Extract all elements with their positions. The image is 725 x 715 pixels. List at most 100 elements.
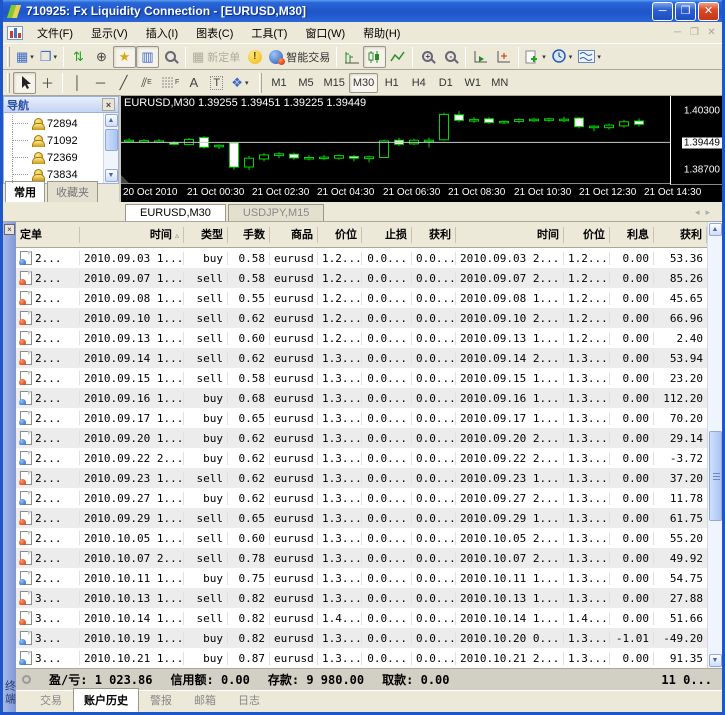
auto-scroll-button[interactable] [469,46,492,68]
timeframe-button[interactable]: W1 [459,73,486,93]
mdi-close-button[interactable]: ✕ [703,27,720,38]
table-row[interactable]: 2... 2010.09.07 1... sell 0.58 eurusd 1.… [16,268,707,288]
timeframe-button[interactable]: M5 [292,73,319,93]
table-row[interactable]: 3... 2010.10.14 1... sell 0.82 eurusd 1.… [16,608,707,628]
account-tree-item[interactable]: 71092 [4,132,103,149]
table-row[interactable]: 2... 2010.09.20 1... buy 0.62 eurusd 1.3… [16,428,707,448]
scroll-down-icon[interactable]: ▼ [104,169,118,182]
table-row[interactable]: 2... 2010.09.15 1... sell 0.58 eurusd 1.… [16,368,707,388]
table-row[interactable]: 2... 2010.09.14 1... sell 0.62 eurusd 1.… [16,348,707,368]
chart-tab[interactable]: EURUSD,M30 [125,204,226,221]
menu-item[interactable]: 帮助(H) [354,22,409,44]
terminal-tab[interactable]: 账户历史 [73,688,139,712]
col-close-price[interactable]: 价位 [564,226,610,243]
navigator-button[interactable]: ★ [112,45,136,68]
market-watch-button[interactable]: ⇅ [67,46,90,68]
mdi-restore-button[interactable]: ❐ [686,27,703,38]
col-open-price[interactable]: 价位 [318,226,362,243]
table-row[interactable]: 2... 2010.09.27 1... buy 0.62 eurusd 1.3… [16,488,707,508]
new-order-button[interactable]: ▦ 新定单 [189,46,243,68]
menu-item[interactable]: 窗口(W) [296,22,354,44]
timeframe-button[interactable]: H1 [378,73,405,93]
table-row[interactable]: 2... 2010.09.03 1... buy 0.58 eurusd 1.2… [16,248,707,268]
table-row[interactable]: 2... 2010.09.22 2... buy 0.62 eurusd 1.3… [16,448,707,468]
close-button[interactable]: ✕ [698,1,719,21]
menu-item[interactable]: 显示(V) [82,22,137,44]
menu-item[interactable]: 工具(T) [242,22,296,44]
table-row[interactable]: 2... 2010.10.05 1... sell 0.60 eurusd 1.… [16,528,707,548]
data-window-button[interactable]: ⊕ [90,46,113,68]
strategy-tester-button[interactable] [159,46,182,68]
terminal-button[interactable]: ▥ [135,45,159,68]
col-open-time[interactable]: 时间 ▵ [80,226,184,243]
indicators-button[interactable]: ▾ [522,46,549,68]
candlestick-button[interactable] [363,45,387,68]
templates-button[interactable]: ▾ [575,46,604,68]
account-tree-item[interactable]: 73834 [4,166,103,183]
vertical-line-button[interactable]: │ [66,72,89,94]
text-button[interactable]: A [182,72,205,94]
navigator-scrollbar[interactable]: ▲ ▼ [103,113,118,183]
toolbar-grip[interactable] [7,46,10,67]
chart-plot-area[interactable]: EURUSD,M30 1.39255 1.39451 1.39225 1.394… [121,96,670,184]
table-row[interactable]: 2... 2010.10.07 2... sell 0.78 eurusd 1.… [16,548,707,568]
scroll-thumb[interactable] [708,431,722,521]
terminal-tab[interactable]: 交易 [29,688,73,712]
menu-item[interactable]: 插入(I) [137,22,187,44]
profiles-button[interactable]: ❐ ▾ [37,46,60,68]
account-tree-item[interactable]: 72894 [4,115,103,132]
line-chart-button[interactable] [386,46,409,68]
terminal-close-icon[interactable]: × [4,224,15,235]
chart-window-icon[interactable] [7,25,23,40]
terminal-tab[interactable]: 日志 [227,688,271,712]
chart-window[interactable]: EURUSD,M30 1.39255 1.39451 1.39225 1.394… [121,96,722,202]
fibonacci-button[interactable]: F [158,72,182,94]
timeframe-button[interactable]: D1 [432,73,459,93]
crosshair-button[interactable]: ＋ [36,72,59,94]
navigator-close-icon[interactable]: × [102,98,115,111]
terminal-tab[interactable]: 警报 [139,688,183,712]
price-axis[interactable]: 1.40300 1.39449 1.38700 [670,96,722,185]
chart-tab[interactable]: USDJPY,M15 [227,204,325,221]
new-chart-button[interactable]: ▦ ▾ [13,46,37,68]
expert-advisors-button[interactable]: 智能交易 [266,46,333,68]
table-row[interactable]: 3... 2010.10.13 1... sell 0.82 eurusd 1.… [16,588,707,608]
mdi-minimize-button[interactable]: ─ [669,27,686,38]
scroll-up-icon[interactable]: ▲ [708,223,722,236]
text-label-button[interactable]: T [205,72,228,94]
terminal-scrollbar[interactable]: ▲ ▼ [707,222,722,668]
col-close-time[interactable]: 时间 [456,226,564,243]
table-row[interactable]: 2... 2010.09.29 1... sell 0.65 eurusd 1.… [16,508,707,528]
col-symbol[interactable]: 商品 [270,226,318,243]
table-row[interactable]: 2... 2010.09.10 1... sell 0.62 eurusd 1.… [16,308,707,328]
table-row[interactable]: 2... 2010.09.23 1... sell 0.62 eurusd 1.… [16,468,707,488]
scroll-up-icon[interactable]: ▲ [104,114,118,127]
table-row[interactable]: 2... 2010.09.16 1... buy 0.68 eurusd 1.3… [16,388,707,408]
table-row[interactable]: 2... 2010.09.17 1... buy 0.65 eurusd 1.3… [16,408,707,428]
menu-item[interactable]: 文件(F) [28,22,82,44]
navigator-tab[interactable]: 收藏夹 [47,181,98,202]
scroll-down-icon[interactable]: ▼ [708,654,722,667]
table-row[interactable]: 3... 2010.10.21 1... buy 0.87 eurusd 1.3… [16,648,707,668]
timeframe-button[interactable]: MN [486,73,513,93]
channel-button[interactable]: ⫽ E [135,72,158,94]
tab-scroll-arrows[interactable]: ◂▸ [695,207,716,218]
table-row[interactable]: 2... 2010.09.08 1... sell 0.55 eurusd 1.… [16,288,707,308]
table-row[interactable]: 2... 2010.10.11 1... buy 0.75 eurusd 1.3… [16,568,707,588]
bar-chart-button[interactable] [340,46,363,68]
timeframe-button[interactable]: M1 [265,73,292,93]
col-tp[interactable]: 获利 [412,226,456,243]
table-row[interactable]: 2... 2010.09.13 1... sell 0.60 eurusd 1.… [16,328,707,348]
maximize-button[interactable]: ❐ [675,1,696,21]
timeframe-button[interactable]: H4 [405,73,432,93]
col-order[interactable]: 定单 [16,226,80,243]
periods-button[interactable]: ▾ [549,46,576,68]
minimize-button[interactable]: ─ [652,1,673,21]
timeframe-button[interactable]: M15 [319,73,348,93]
chart-shift-button[interactable] [492,46,515,68]
terminal-tab[interactable]: 邮箱 [183,688,227,712]
table-row[interactable]: 3... 2010.10.19 1... buy 0.82 eurusd 1.3… [16,628,707,648]
horizontal-line-button[interactable]: ─ [89,72,112,94]
arrows-button[interactable]: ❖ ▾ [228,72,251,94]
col-type[interactable]: 类型 [184,226,228,243]
